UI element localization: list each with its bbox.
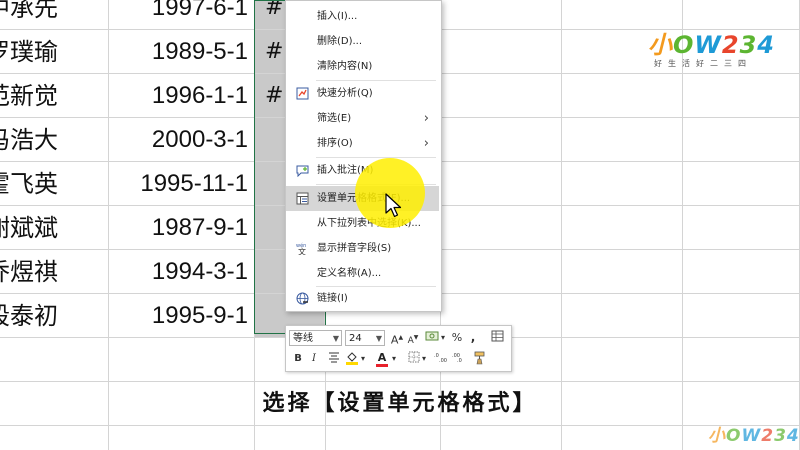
chevron-down-icon: ▼ <box>375 334 382 343</box>
font-color-swatch <box>376 364 388 367</box>
link-icon <box>296 292 309 305</box>
menu-item-define-name[interactable]: 定义名称(A)... <box>286 261 439 286</box>
watermark-logo-small: 小OW234 <box>708 426 800 446</box>
menu-item-show-phonetic[interactable]: wén 文 显示拼音字段(S) <box>286 236 439 261</box>
fill-color-button[interactable] <box>344 351 360 367</box>
insert-comment-icon <box>296 164 309 178</box>
svg-text:.00: .00 <box>439 358 447 363</box>
paint-bucket-icon <box>346 352 358 365</box>
currency-icon <box>425 331 439 341</box>
decrease-decimal-button[interactable]: .00.0 <box>452 351 468 367</box>
menu-item-clear-contents[interactable]: 清除内容(N) <box>286 54 439 79</box>
align-center-icon <box>329 352 339 363</box>
comma-style-button[interactable]: , <box>465 329 481 345</box>
chevron-right-icon: › <box>423 111 429 126</box>
chevron-right-icon: › <box>423 136 429 151</box>
chevron-down-icon[interactable]: ▾ <box>359 351 367 367</box>
quick-analysis-icon <box>296 87 309 100</box>
menu-item-format-cells[interactable]: 设置单元格格式(F)... <box>286 186 439 211</box>
menu-item-delete[interactable]: 删除(D)... <box>286 29 439 54</box>
date-cell[interactable]: 1995-9-1 <box>109 294 255 338</box>
grid-line <box>0 381 800 382</box>
date-cell[interactable]: 1996-1-1 <box>109 74 255 118</box>
decrease-decimal-icon: .00.0 <box>452 353 462 364</box>
align-center-button[interactable] <box>326 351 342 367</box>
mini-toolbar[interactable]: 等线 ▼ 24 ▼ A▲ A▼ ▾ % , B I ▾ A ▾ ▾ .0.00 … <box>285 325 512 372</box>
font-color-button[interactable]: A <box>374 350 390 367</box>
grid-line <box>0 425 800 426</box>
percent-button[interactable]: % <box>449 330 465 346</box>
menu-item-filter[interactable]: 筛选(E) › <box>286 106 439 131</box>
increase-decimal-button[interactable]: .0.00 <box>434 351 450 367</box>
name-cell[interactable]: 段泰初 <box>0 294 109 338</box>
watermark-logo: 小OW234 好生活好二三四 <box>648 32 778 72</box>
menu-item-insert[interactable]: 插入(I)... <box>286 4 439 29</box>
format-painter-button[interactable] <box>472 351 488 367</box>
font-name-box[interactable]: 等线 ▼ <box>289 330 342 346</box>
increase-decimal-icon: .0.00 <box>434 353 447 364</box>
svg-text:.0: .0 <box>457 358 462 363</box>
date-cell[interactable]: 1994-3-1 <box>109 250 255 294</box>
decrease-font-button[interactable]: A▼ <box>405 330 421 346</box>
menu-item-sort[interactable]: 排序(O) › <box>286 131 439 156</box>
phonetic-icon: wén 文 <box>296 242 309 257</box>
menu-item-link[interactable]: 链接(I) <box>286 286 439 311</box>
paintbrush-icon <box>474 351 485 365</box>
table-format-button[interactable] <box>489 330 505 346</box>
name-cell[interactable]: 范新觉 <box>0 74 109 118</box>
date-cell[interactable]: 1995-11-1 <box>109 162 255 206</box>
chevron-down-icon[interactable]: ▾ <box>390 351 398 367</box>
menu-item-quick-analysis[interactable]: 快速分析(Q) <box>286 81 439 106</box>
chevron-down-icon[interactable]: ▾ <box>439 330 447 346</box>
increase-font-button[interactable]: A▲ <box>389 330 405 347</box>
menu-separator <box>316 184 436 185</box>
chevron-down-icon[interactable]: ▾ <box>420 351 428 367</box>
font-size-box[interactable]: 24 ▼ <box>345 330 385 346</box>
italic-button[interactable]: I <box>306 351 322 367</box>
svg-text:文: 文 <box>298 247 306 256</box>
table-icon <box>491 330 503 342</box>
date-cell[interactable]: 1987-9-1 <box>109 206 255 250</box>
number-format-button[interactable] <box>424 330 440 346</box>
name-cell[interactable]: 罗璞瑜 <box>0 30 109 74</box>
name-cell[interactable]: 霍飞英 <box>0 162 109 206</box>
chevron-down-icon: ▼ <box>332 334 339 343</box>
menu-item-insert-comment[interactable]: 插入批注(M) <box>286 158 439 183</box>
date-cell[interactable]: 2000-3-1 <box>109 118 255 162</box>
date-cell[interactable]: 1989-5-1 <box>109 30 255 74</box>
logo-slogan: 好生活好二三四 <box>654 59 752 68</box>
grid-line <box>561 0 562 450</box>
name-cell[interactable]: 冯浩大 <box>0 118 109 162</box>
format-cells-icon <box>296 192 309 205</box>
name-cell[interactable]: 中承先 <box>0 0 109 30</box>
context-menu[interactable]: 插入(I)... 删除(D)... 清除内容(N) 快速分析(Q) 筛选(E) … <box>285 0 442 312</box>
menu-item-pick-from-list[interactable]: 从下拉列表中选择(K)... <box>286 211 439 236</box>
bold-button[interactable]: B <box>290 351 306 367</box>
borders-icon <box>408 351 420 363</box>
logo-wordmark: 小OW234 <box>648 31 775 59</box>
name-cell[interactable]: 乔煜祺 <box>0 250 109 294</box>
name-cell[interactable]: 谢斌斌 <box>0 206 109 250</box>
caption-subtitle: 选择【设置单元格格式】 <box>262 391 538 416</box>
date-cell[interactable]: 1997-6-1 <box>109 0 255 30</box>
